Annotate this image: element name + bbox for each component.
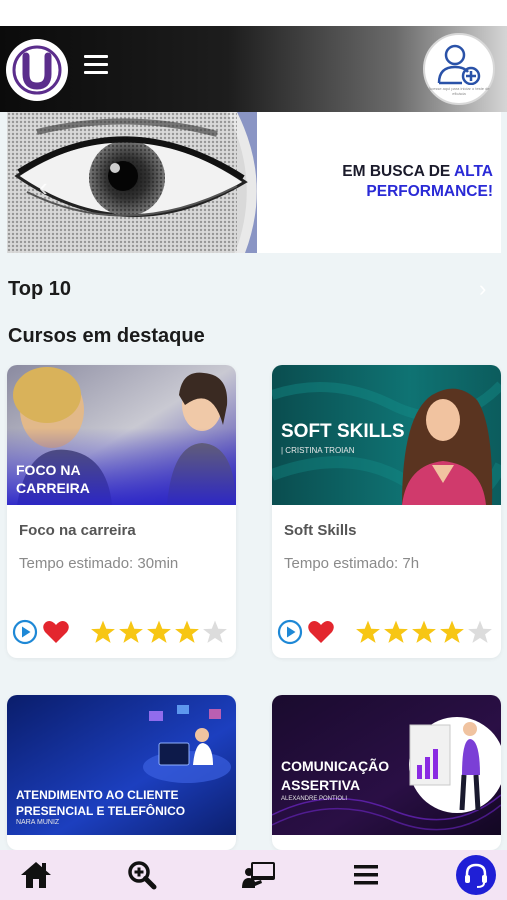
course-card[interactable]: FOCO NA CARREIRA Foco na carreira Tempo … bbox=[7, 365, 236, 658]
star-icon bbox=[175, 620, 199, 643]
thumbnail-caption: SOFT SKILLS bbox=[281, 421, 405, 442]
course-thumbnail: ATENDIMENTO AO CLIENTE PRESENCIAL E TELE… bbox=[7, 695, 236, 835]
play-circle-icon[interactable] bbox=[12, 619, 38, 645]
banner-headline: EM BUSCA DE ALTA PERFORMANCE! bbox=[342, 163, 493, 200]
top10-next-chevron-icon[interactable]: › bbox=[479, 276, 486, 302]
star-icon bbox=[147, 620, 171, 643]
nav-home[interactable] bbox=[18, 858, 54, 892]
course-actions bbox=[277, 619, 497, 645]
favorite-heart-icon[interactable] bbox=[307, 620, 335, 644]
zoom-in-icon bbox=[128, 861, 157, 890]
star-icon bbox=[119, 620, 143, 643]
star-icon bbox=[412, 620, 436, 643]
menu-line-icon bbox=[84, 71, 108, 74]
app-header: Acesse aqui para iniciar o teste de efic… bbox=[0, 26, 507, 112]
support-button[interactable] bbox=[456, 855, 496, 895]
star-icon bbox=[356, 620, 380, 643]
add-profile-button[interactable]: Acesse aqui para iniciar o teste de efic… bbox=[423, 33, 495, 105]
status-bar bbox=[0, 0, 507, 26]
home-icon bbox=[21, 862, 51, 888]
menu-icon bbox=[354, 865, 378, 885]
nav-menu[interactable] bbox=[348, 858, 384, 892]
star-icon bbox=[91, 620, 115, 643]
course-thumbnail: COMUNICAÇÃO ASSERTIVA ALEXANDRE PONTIOLI bbox=[272, 695, 501, 835]
thumbnail-caption: COMUNICAÇÃO ASSERTIVA bbox=[281, 758, 390, 793]
course-title: Foco na carreira bbox=[19, 522, 136, 539]
app-logo[interactable] bbox=[6, 39, 68, 101]
play-circle-icon[interactable] bbox=[277, 619, 303, 645]
menu-line-icon bbox=[84, 55, 108, 58]
thumbnail-author: ALEXANDRE PONTIOLI bbox=[281, 796, 348, 802]
star-empty-icon bbox=[203, 620, 227, 643]
hero-banner[interactable]: ‹ EM BUSCA DE ALTA PERFORMANCE! bbox=[7, 112, 501, 253]
thumbnail-caption: FOCO NA CARREIRA bbox=[16, 462, 90, 496]
add-user-icon bbox=[437, 44, 481, 85]
menu-line-icon bbox=[84, 63, 108, 66]
course-duration: Tempo estimado: 7h bbox=[284, 555, 420, 572]
headset-icon bbox=[465, 863, 487, 888]
course-thumbnail: FOCO NA CARREIRA bbox=[7, 365, 236, 505]
course-title: Soft Skills bbox=[284, 522, 357, 539]
course-duration: Tempo estimado: 30min bbox=[19, 555, 179, 572]
nav-search[interactable] bbox=[124, 858, 160, 892]
course-card[interactable]: ATENDIMENTO AO CLIENTE PRESENCIAL E TELE… bbox=[7, 695, 236, 850]
banner-prev-arrow-icon[interactable]: ‹ bbox=[39, 172, 48, 203]
thumbnail-caption: ATENDIMENTO AO CLIENTE PRESENCIAL E TELE… bbox=[16, 788, 186, 818]
star-empty-icon bbox=[468, 620, 492, 643]
section-title-top10: Top 10 bbox=[8, 278, 71, 300]
course-thumbnail: SOFT SKILLS | CRISTINA TROIAN bbox=[272, 365, 501, 505]
profile-caption: Acesse aqui para iniciar o teste de efic… bbox=[428, 85, 490, 96]
presentation-icon bbox=[242, 862, 275, 888]
favorite-heart-icon[interactable] bbox=[42, 620, 70, 644]
thumbnail-author: NARA MUNIZ bbox=[16, 819, 60, 826]
course-card[interactable]: SOFT SKILLS | CRISTINA TROIAN Soft Skill… bbox=[272, 365, 501, 658]
section-title-featured: Cursos em destaque bbox=[8, 325, 205, 347]
star-icon bbox=[384, 620, 408, 643]
u-logo-icon bbox=[12, 45, 62, 95]
hamburger-menu-button[interactable] bbox=[84, 55, 108, 77]
star-icon bbox=[440, 620, 464, 643]
course-card[interactable]: COMUNICAÇÃO ASSERTIVA ALEXANDRE PONTIOLI bbox=[272, 695, 501, 850]
thumbnail-author: | CRISTINA TROIAN bbox=[281, 446, 355, 455]
bottom-nav bbox=[0, 850, 507, 900]
course-actions bbox=[12, 619, 232, 645]
nav-courses[interactable] bbox=[241, 858, 277, 892]
